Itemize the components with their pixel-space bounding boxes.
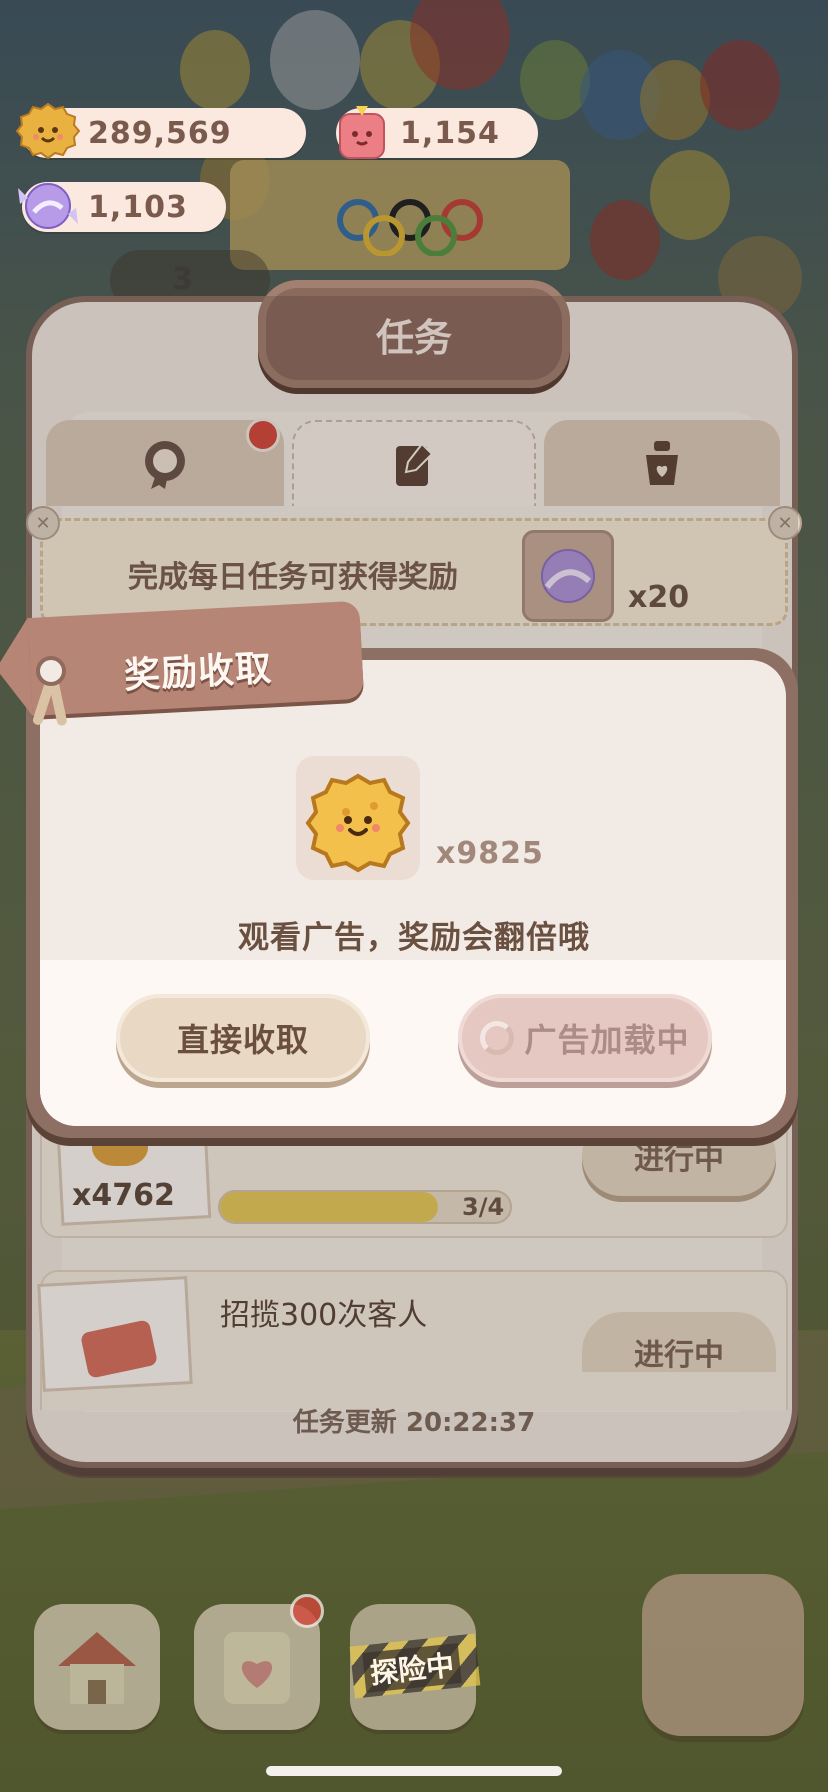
notes-alert-dot (290, 1594, 324, 1628)
reward-popup-title: 奖励收取 (123, 648, 274, 697)
cookie-coin-icon (16, 102, 80, 160)
candy-counter[interactable]: 1,103 (18, 182, 226, 232)
watch-ad-label: 广告加载中 (524, 1021, 690, 1059)
jelly-counter[interactable]: 1,154 (336, 106, 538, 159)
dock-house-button[interactable] (34, 1604, 160, 1730)
claim-directly-label: 直接收取 (176, 1021, 309, 1059)
home-indicator[interactable] (266, 1766, 562, 1776)
house-icon (58, 1632, 136, 1704)
dock-stage-button[interactable] (642, 1574, 804, 1736)
cookie-coin-icon (305, 773, 411, 873)
reward-item-slot (296, 756, 420, 880)
event-counter-value: 3 (172, 262, 193, 297)
cookie-counter[interactable]: 289,569 (16, 102, 306, 160)
candy-count: 1,103 (88, 189, 188, 225)
double-reward-hint: 观看广告，奖励会翻倍哦 (238, 920, 590, 956)
watch-ad-button[interactable]: 广告加载中 (458, 994, 712, 1082)
reward-qty: x9825 (436, 836, 544, 871)
cookie-count: 289,569 (88, 115, 232, 151)
olympic-rings-icon (330, 196, 490, 257)
candy-icon (18, 183, 78, 229)
jelly-cube-icon (339, 106, 385, 159)
jelly-count: 1,154 (400, 115, 500, 151)
tag-hole (36, 656, 66, 686)
loading-spinner-icon (480, 1021, 515, 1055)
claim-directly-button[interactable]: 直接收取 (116, 994, 370, 1082)
